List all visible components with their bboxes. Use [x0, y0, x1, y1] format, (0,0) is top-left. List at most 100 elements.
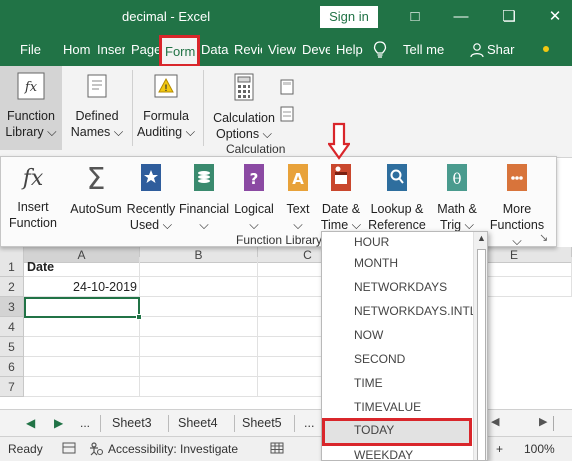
dropdown-item-month[interactable]: MONTH [322, 251, 472, 275]
math-trig-label: Math & Trig ⌵ [437, 202, 477, 232]
dropdown-item-second[interactable]: SECOND [322, 347, 472, 371]
hscroll-left-icon[interactable]: ◀ [491, 415, 499, 428]
svg-text:fx: fx [24, 80, 38, 95]
scroll-separator [553, 416, 554, 431]
defined-names-label: Defined Names ⌵ [70, 109, 124, 139]
zoom-in-button[interactable]: + [496, 442, 503, 456]
star-book-icon [125, 163, 177, 197]
dropdown-item-weekday[interactable]: WEEKDAY [322, 443, 472, 460]
row-header-5[interactable]: 5 [0, 337, 24, 357]
function-library-label: Function Library ⌵ [5, 109, 57, 139]
title-bar: decimal - Excel Sign in □ — ❏ ✕ [0, 0, 572, 34]
dropdown-item-networkdays-intl[interactable]: NETWORKDAYS.INTL [322, 299, 476, 323]
math-trig-button[interactable]: θ Math & Trig ⌵ [431, 163, 483, 233]
tab-insert[interactable]: Inser [97, 34, 125, 66]
sheet-tab-sheet5[interactable]: Sheet5 [238, 412, 286, 434]
insert-function-button[interactable]: fx Insert Function [7, 163, 59, 231]
sign-in-button[interactable]: Sign in [320, 6, 378, 28]
svg-text:θ: θ [452, 170, 461, 188]
sigma-icon: Σ [67, 162, 125, 197]
calculator-icon [208, 72, 280, 106]
defined-names-button[interactable]: Defined Names ⌵ [66, 72, 128, 140]
date-time-label: Date & Time ⌵ [320, 202, 362, 232]
dropdown-scroll-thumb[interactable] [477, 249, 486, 460]
ribbon-separator [203, 70, 204, 146]
sheet-separator [168, 415, 169, 432]
recently-used-button[interactable]: Recently Used ⌵ [125, 163, 177, 233]
logical-button[interactable]: ? Logical ⌵ [231, 163, 277, 233]
more-book-icon [485, 163, 549, 197]
restore-button[interactable]: ❏ [494, 6, 524, 28]
formula-auditing-button[interactable]: ! Formula Auditing ⌵ [134, 72, 198, 140]
svg-text:!: ! [165, 83, 168, 93]
fill-handle[interactable] [136, 314, 142, 320]
row-header-7[interactable]: 7 [0, 377, 24, 397]
svg-text:Σ: Σ [87, 163, 106, 193]
tell-me-search[interactable]: Tell me [403, 34, 444, 66]
function-library-button[interactable]: fx Function Library ⌵ [2, 72, 60, 140]
cell-a1[interactable]: Date [24, 257, 140, 277]
minimize-button[interactable]: — [446, 6, 476, 28]
calendar-book-icon [319, 163, 363, 197]
date-time-button[interactable]: Date & Time ⌵ [319, 163, 363, 233]
svg-text:fx: fx [21, 166, 44, 191]
zoom-level[interactable]: 100% [524, 442, 555, 456]
ribbon-tabs: File Hom Inser Page Form Data Revie View… [0, 34, 572, 66]
normal-view-icon[interactable] [270, 442, 284, 457]
calculate-now-icon[interactable] [280, 79, 294, 98]
status-ready: Ready [8, 442, 43, 456]
dropdown-item-timevalue[interactable]: TIMEVALUE [322, 395, 472, 419]
sheet-more-right[interactable]: ... [300, 412, 318, 434]
hscroll-right-icon[interactable]: ▶ [539, 415, 547, 428]
tab-review[interactable]: Revie [234, 34, 262, 66]
macro-record-icon[interactable] [62, 442, 76, 457]
svg-text:?: ? [250, 170, 259, 188]
row-header-4[interactable]: 4 [0, 317, 24, 337]
sheet-tab-sheet3[interactable]: Sheet3 [108, 412, 156, 434]
text-button[interactable]: A Text ⌵ [278, 163, 318, 233]
financial-button[interactable]: Financial ⌵ [178, 163, 230, 233]
dropdown-item-networkdays[interactable]: NETWORKDAYS [322, 275, 472, 299]
formula-auditing-label: Formula Auditing ⌵ [136, 109, 196, 139]
letter-a-book-icon: A [278, 163, 318, 197]
dropdown-item-time[interactable]: TIME [322, 371, 472, 395]
calculation-options-label: Calculation Options ⌵ [213, 111, 275, 141]
question-book-icon: ? [231, 163, 277, 197]
sheet-more-left[interactable]: ... [80, 410, 90, 437]
dropdown-scrollbar[interactable]: ▲ [473, 232, 487, 460]
row-header-3[interactable]: 3 [0, 297, 24, 317]
accessibility-status[interactable]: Accessibility: Investigate [108, 442, 238, 456]
calculation-options-button[interactable]: Calculation Options ⌵ [208, 72, 280, 142]
autosum-label: AutoSum [70, 202, 122, 216]
magnifier-book-icon [365, 163, 429, 197]
row-header-1[interactable]: 1 [0, 257, 24, 277]
row-header-6[interactable]: 6 [0, 357, 24, 377]
ribbon-separator [132, 70, 133, 146]
sheet-scroll-left-icon[interactable]: ◀ [26, 410, 35, 437]
tab-page-layout[interactable]: Page [131, 34, 159, 66]
close-button[interactable]: ✕ [540, 6, 570, 28]
tab-developer[interactable]: Deve [302, 34, 330, 66]
dropdown-item-now[interactable]: NOW [322, 323, 472, 347]
dropdown-item-today[interactable]: TODAY [322, 418, 472, 446]
cell-a2[interactable]: 24-10-2019 [24, 277, 140, 297]
tab-view[interactable]: View [268, 34, 298, 66]
accessibility-icon[interactable] [88, 442, 104, 459]
scroll-up-icon[interactable]: ▲ [477, 233, 486, 243]
autosum-button[interactable]: Σ AutoSum [67, 162, 125, 217]
share-button[interactable]: Shar [487, 34, 517, 66]
ribbon-display-options-icon[interactable]: □ [400, 6, 430, 28]
sheet-separator [100, 415, 101, 432]
tab-data[interactable]: Data [201, 34, 231, 66]
calculate-sheet-icon[interactable] [280, 106, 294, 125]
tab-help[interactable]: Help [336, 34, 366, 66]
row-header-2[interactable]: 2 [0, 277, 24, 297]
tab-home[interactable]: Hom [63, 34, 91, 66]
tag-icon [66, 72, 128, 104]
sheet-scroll-right-icon[interactable]: ▶ [54, 410, 63, 437]
recently-used-label: Recently Used ⌵ [126, 202, 176, 232]
active-cell-a3[interactable] [24, 297, 142, 320]
tab-file[interactable]: File [20, 34, 41, 66]
dialog-launcher-icon[interactable]: ↘ [539, 231, 548, 244]
sheet-tab-sheet4[interactable]: Sheet4 [174, 412, 222, 434]
